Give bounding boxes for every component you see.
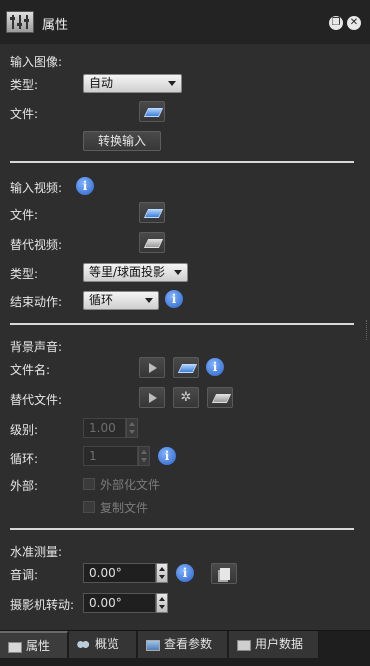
audio-file-browse-button[interactable] [173, 357, 199, 378]
end-action-label: 结束动作: [10, 295, 63, 309]
arrow-up-icon [159, 567, 165, 571]
tab-properties[interactable]: 属性 [0, 631, 68, 658]
end-action-select[interactable]: 循环 [83, 291, 159, 310]
convert-input-button[interactable]: 转换输入 [83, 131, 161, 151]
properties-tab-icon [8, 642, 22, 653]
bottom-tab-bar: 属性 概览 查看参数 用户数据 [0, 630, 370, 666]
copy-file-checkbox[interactable] [83, 501, 95, 513]
image-type-label: 类型: [10, 78, 39, 92]
audio-filename-label: 文件名: [10, 363, 51, 377]
arrow-down-icon [129, 430, 135, 434]
level-input[interactable]: 1.00 [83, 418, 126, 438]
folder-open-icon [143, 239, 164, 248]
video-type-label: 类型: [10, 267, 39, 281]
chevron-down-icon [145, 298, 153, 303]
play-icon [149, 393, 157, 403]
background-audio-heading: 背景声音: [10, 340, 63, 354]
external-label: 外部: [10, 479, 39, 493]
arrow-down-icon [141, 458, 147, 462]
window-title: 属性 [42, 18, 69, 33]
alt-audio-play-button[interactable] [139, 387, 165, 408]
video-file-label: 文件: [10, 208, 39, 222]
externalize-file-checkbox[interactable] [83, 478, 95, 490]
resize-handle[interactable] [366, 320, 370, 340]
video-file-browse-button[interactable] [139, 202, 165, 223]
chevron-down-icon [168, 81, 176, 86]
mixer-icon [6, 11, 34, 33]
loop-stepper[interactable] [138, 446, 150, 466]
input-image-heading: 输入图像: [10, 55, 63, 69]
image-file-label: 文件: [10, 107, 39, 121]
info-icon[interactable]: i [176, 564, 194, 582]
loop-input[interactable]: 1 [83, 446, 138, 466]
level-stepper[interactable] [126, 418, 138, 438]
monitor-icon [146, 640, 160, 651]
projection-type-select[interactable]: 等里/球面投影 [83, 263, 188, 282]
audio-play-button[interactable] [139, 357, 165, 378]
section-divider [10, 528, 354, 530]
arrow-up-icon [141, 450, 147, 454]
alt-audio-browse-button[interactable] [207, 387, 233, 408]
arrow-up-icon [129, 422, 135, 426]
gear-icon: ✲ [180, 390, 192, 405]
title-bar: 属性 ❐ ✕ [0, 0, 370, 45]
loop-label: 循环: [10, 452, 39, 466]
camera-roll-stepper[interactable] [156, 593, 168, 613]
tab-overview[interactable]: 概览 [69, 631, 137, 658]
copy-values-button[interactable] [211, 563, 237, 584]
image-file-browse-button[interactable] [139, 101, 165, 122]
tab-view-params[interactable]: 查看参数 [138, 631, 228, 658]
tab-user-data[interactable]: 用户数据 [229, 631, 319, 658]
alt-audio-settings-button[interactable]: ✲ [173, 387, 199, 408]
chevron-down-icon [174, 270, 182, 275]
camera-roll-input[interactable]: 0.00° [83, 593, 156, 613]
folder-open-icon [177, 364, 198, 373]
info-icon[interactable]: i [165, 290, 183, 308]
input-video-heading: 输入视频: [10, 181, 63, 195]
folder-open-icon [143, 209, 164, 218]
folder-open-icon [143, 108, 164, 117]
level-label: 级别: [10, 423, 39, 437]
end-action-value: 循环 [89, 293, 114, 307]
section-divider [10, 161, 354, 163]
camera-roll-label: 摄影机转动: [10, 598, 75, 612]
alt-video-label: 替代视频: [10, 238, 63, 252]
section-divider [10, 323, 354, 325]
folder-open-icon [211, 394, 232, 403]
pitch-input[interactable]: 0.00° [83, 563, 156, 583]
id-card-icon [237, 640, 251, 651]
info-icon[interactable]: i [206, 358, 224, 376]
pitch-label: 音调: [10, 568, 39, 582]
level-measure-heading: 水准测量: [10, 545, 63, 559]
arrow-down-icon [159, 575, 165, 579]
alt-audio-file-label: 替代文件: [10, 393, 63, 407]
image-type-select[interactable]: 自动 [83, 74, 182, 93]
info-icon[interactable]: i [158, 447, 176, 465]
binoculars-icon [77, 640, 89, 649]
copy-file-label: 复制文件 [100, 501, 149, 515]
play-icon [149, 363, 157, 373]
copy-icon [220, 568, 230, 580]
close-icon[interactable]: ✕ [347, 16, 361, 30]
info-icon[interactable]: i [76, 177, 94, 195]
alt-video-browse-button[interactable] [139, 232, 165, 253]
pitch-stepper[interactable] [156, 563, 168, 583]
float-window-icon[interactable]: ❐ [329, 16, 343, 30]
externalize-file-label: 外部化文件 [100, 478, 161, 492]
projection-type-value: 等里/球面投影 [89, 265, 166, 279]
arrow-down-icon [159, 605, 165, 609]
arrow-up-icon [159, 597, 165, 601]
image-type-value: 自动 [89, 76, 114, 90]
properties-window: { "window": { "title": "属性" }, "input_im… [0, 0, 370, 666]
